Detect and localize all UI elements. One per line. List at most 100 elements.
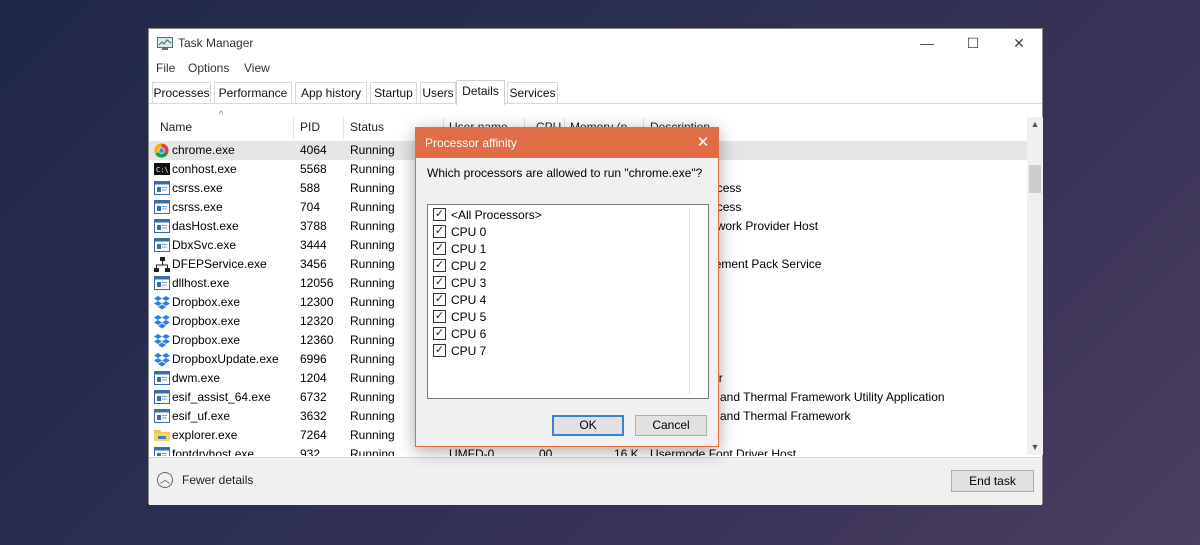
scroll-down-icon[interactable]: ▼ bbox=[1027, 442, 1043, 452]
vertical-scrollbar[interactable]: ▲ ▼ bbox=[1027, 117, 1043, 455]
menu-view[interactable]: View bbox=[244, 61, 270, 75]
cancel-button[interactable]: Cancel bbox=[635, 415, 707, 436]
process-status: Running bbox=[350, 181, 395, 195]
process-status: Running bbox=[350, 447, 395, 456]
column-status[interactable]: Status bbox=[350, 120, 384, 134]
app-window-icon bbox=[154, 371, 170, 386]
process-status: Running bbox=[350, 219, 395, 233]
scrollbar-thumb[interactable] bbox=[1029, 165, 1041, 193]
process-name: chrome.exe bbox=[172, 143, 235, 157]
sort-up-icon: ^ bbox=[219, 109, 224, 119]
processor-checkbox-item[interactable]: ✓ CPU 1 bbox=[433, 241, 673, 258]
process-pid: 12300 bbox=[300, 295, 334, 309]
checkbox-label: CPU 3 bbox=[451, 276, 487, 290]
process-user: UMFD-0 bbox=[449, 447, 495, 456]
process-cpu: 00 bbox=[539, 447, 553, 456]
processor-list: ✓ <All Processors> ✓ CPU 0 ✓ CPU 1 ✓ CPU 2 ✓ CPU … bbox=[427, 204, 709, 399]
column-separator[interactable] bbox=[343, 117, 344, 139]
process-pid: 12360 bbox=[300, 333, 334, 347]
checkbox[interactable]: ✓ bbox=[433, 242, 446, 255]
checkbox[interactable]: ✓ bbox=[433, 344, 446, 357]
tab-processes[interactable]: Processes bbox=[152, 82, 211, 103]
checkbox[interactable]: ✓ bbox=[433, 327, 446, 340]
process-pid: 4064 bbox=[300, 143, 327, 157]
processor-checkbox-item[interactable]: ✓ <All Processors> bbox=[433, 207, 673, 224]
process-name: Dropbox.exe bbox=[172, 295, 241, 309]
process-name: DbxSvc.exe bbox=[172, 238, 237, 252]
checkbox[interactable]: ✓ bbox=[433, 208, 446, 221]
processor-checkbox-item[interactable]: ✓ CPU 4 bbox=[433, 292, 673, 309]
app-window-icon bbox=[154, 390, 170, 405]
tab-users[interactable]: Users bbox=[420, 82, 456, 103]
process-pid: 12056 bbox=[300, 276, 334, 290]
dropbox-icon bbox=[154, 295, 170, 310]
checkbox[interactable]: ✓ bbox=[433, 293, 446, 306]
process-pid: 3456 bbox=[300, 257, 327, 271]
processor-checkbox-item[interactable]: ✓ CPU 3 bbox=[433, 275, 673, 292]
process-status: Running bbox=[350, 276, 395, 290]
scroll-up-icon[interactable]: ▲ bbox=[1027, 119, 1043, 129]
menu-file[interactable]: File bbox=[156, 61, 175, 75]
process-status: Running bbox=[350, 428, 395, 442]
checkbox[interactable]: ✓ bbox=[433, 276, 446, 289]
tab-details[interactable]: Details bbox=[456, 80, 505, 105]
dialog-title: Processor affinity bbox=[425, 136, 517, 150]
maximize-button[interactable]: ☐ bbox=[950, 29, 996, 57]
tab-startup[interactable]: Startup bbox=[370, 82, 417, 103]
app-window-icon bbox=[154, 181, 170, 196]
processor-checkbox-item[interactable]: ✓ CPU 7 bbox=[433, 343, 673, 360]
process-status: Running bbox=[350, 257, 395, 271]
checkbox-label: CPU 1 bbox=[451, 242, 487, 256]
process-name: dasHost.exe bbox=[172, 219, 239, 233]
app-window-icon bbox=[154, 409, 170, 424]
checkbox-label: CPU 7 bbox=[451, 344, 487, 358]
column-name[interactable]: Name bbox=[160, 120, 192, 134]
process-pid: 12320 bbox=[300, 314, 334, 328]
task-manager-icon bbox=[157, 37, 173, 50]
processor-checkbox-item[interactable]: ✓ CPU 6 bbox=[433, 326, 673, 343]
process-status: Running bbox=[350, 314, 395, 328]
process-name: dwm.exe bbox=[172, 371, 221, 385]
process-name: DFEPService.exe bbox=[172, 257, 267, 271]
process-pid: 704 bbox=[300, 200, 321, 214]
checkbox[interactable]: ✓ bbox=[433, 225, 446, 238]
tab-services[interactable]: Services bbox=[507, 82, 558, 103]
tab-app-history[interactable]: App history bbox=[295, 82, 367, 103]
ok-button[interactable]: OK bbox=[552, 415, 624, 436]
close-button[interactable]: ✕ bbox=[996, 29, 1042, 57]
process-status: Running bbox=[350, 333, 395, 347]
process-name: fontdrvhost.exe bbox=[172, 447, 255, 456]
title-bar[interactable]: Task Manager — ☐ ✕ bbox=[149, 29, 1042, 57]
process-status: Running bbox=[350, 390, 395, 404]
processor-checkbox-item[interactable]: ✓ CPU 0 bbox=[433, 224, 673, 241]
process-pid: 3788 bbox=[300, 219, 327, 233]
fewer-details-label: Fewer details bbox=[182, 473, 254, 487]
processor-checkbox-item[interactable]: ✓ CPU 5 bbox=[433, 309, 673, 326]
process-pid: 5568 bbox=[300, 162, 327, 176]
dialog-title-bar[interactable]: Processor affinity ✕ bbox=[416, 128, 718, 158]
dialog-question: Which processors are allowed to run "chr… bbox=[427, 166, 703, 180]
dialog-close-button[interactable]: ✕ bbox=[692, 132, 714, 154]
checkbox[interactable]: ✓ bbox=[433, 259, 446, 272]
tab-performance[interactable]: Performance bbox=[214, 82, 292, 103]
processor-checkbox-item[interactable]: ✓ CPU 2 bbox=[433, 258, 673, 275]
process-name: csrss.exe bbox=[172, 200, 223, 214]
dropbox-icon bbox=[154, 333, 170, 348]
minimize-button[interactable]: — bbox=[904, 29, 950, 57]
window-title: Task Manager bbox=[178, 36, 254, 50]
process-status: Running bbox=[350, 352, 395, 366]
process-status: Running bbox=[350, 295, 395, 309]
column-separator[interactable] bbox=[293, 117, 294, 139]
menu-options[interactable]: Options bbox=[188, 61, 229, 75]
process-pid: 6732 bbox=[300, 390, 327, 404]
checkbox-label: CPU 6 bbox=[451, 327, 487, 341]
dropbox-icon bbox=[154, 314, 170, 329]
app-window-icon bbox=[154, 447, 170, 456]
process-pid: 588 bbox=[300, 181, 321, 195]
processor-affinity-dialog: Processor affinity ✕ Which processors ar… bbox=[415, 127, 719, 447]
checkbox[interactable]: ✓ bbox=[433, 310, 446, 323]
chrome-icon bbox=[154, 143, 170, 158]
end-task-button[interactable]: End task bbox=[951, 470, 1034, 492]
column-pid[interactable]: PID bbox=[300, 120, 320, 134]
footer: ︿ Fewer details End task bbox=[149, 457, 1042, 505]
